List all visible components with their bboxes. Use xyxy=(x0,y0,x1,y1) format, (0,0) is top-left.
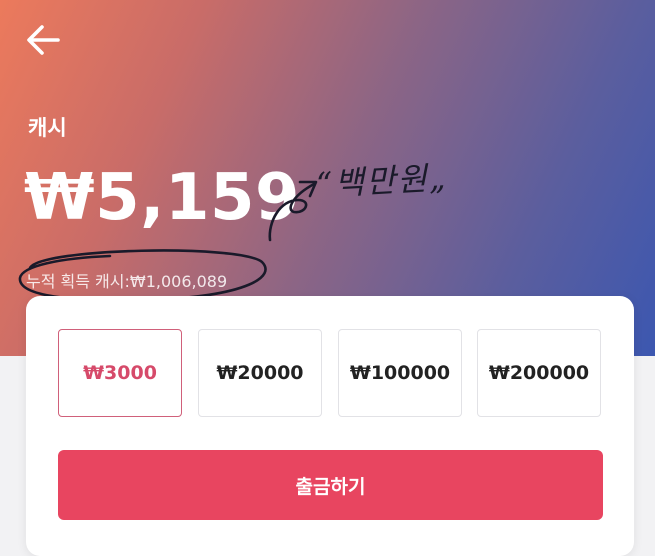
amount-option-200000[interactable]: ₩200000 xyxy=(477,329,601,417)
page-title: 캐시 xyxy=(28,116,67,140)
withdraw-card: ₩3000 ₩20000 ₩100000 ₩200000 출금하기 xyxy=(26,296,634,556)
scribble-arrowhead xyxy=(298,180,318,198)
amount-options: ₩3000 ₩20000 ₩100000 ₩200000 xyxy=(58,329,603,417)
amount-option-20000[interactable]: ₩20000 xyxy=(198,329,322,417)
amount-option-100000[interactable]: ₩100000 xyxy=(338,329,462,417)
cash-balance: ₩5,159 xyxy=(24,161,301,235)
withdraw-button[interactable]: 출금하기 xyxy=(58,450,603,520)
arrow-left-icon xyxy=(27,25,60,55)
back-button[interactable] xyxy=(24,22,64,58)
handwritten-note: “백만원„ xyxy=(315,158,449,204)
amount-option-3000[interactable]: ₩3000 xyxy=(58,329,182,417)
cumulative-cash-label: 누적 획득 캐시:₩1,006,089 xyxy=(26,272,228,291)
